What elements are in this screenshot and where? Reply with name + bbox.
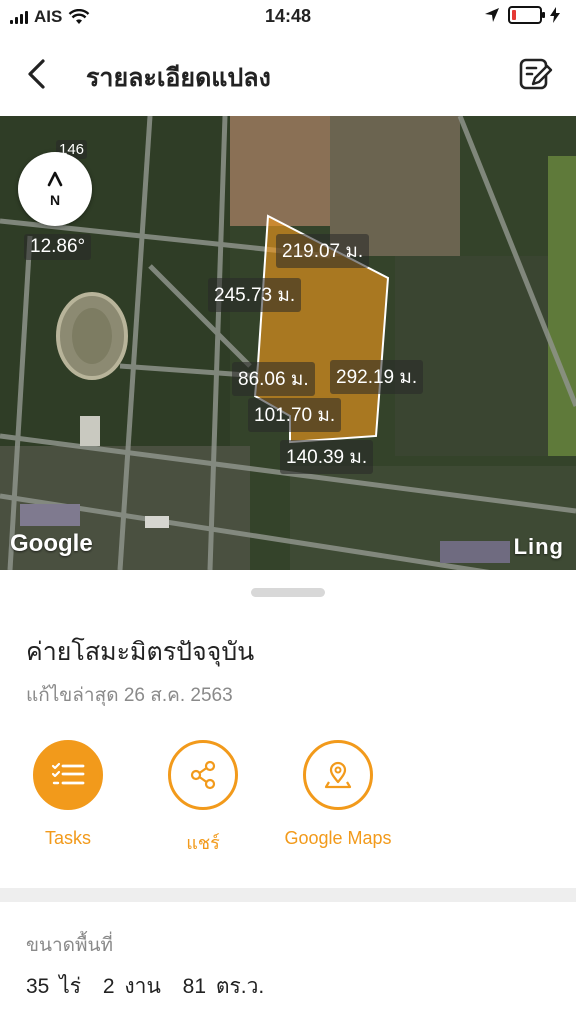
measurement-label: 245.73 ม. bbox=[208, 278, 302, 312]
measurement-label: 140.39 ม. bbox=[280, 440, 374, 474]
measurement-label: 219.07 ม. bbox=[276, 234, 370, 268]
area-rai: 35 ไร่ bbox=[26, 975, 82, 998]
edit-button[interactable] bbox=[516, 54, 556, 94]
share-button[interactable]: แชร์ bbox=[166, 740, 240, 857]
google-maps-button[interactable]: Google Maps bbox=[268, 740, 408, 849]
charging-bolt-icon bbox=[550, 7, 560, 23]
task-list-icon bbox=[51, 762, 85, 785]
sheet-drag-handle[interactable] bbox=[251, 588, 325, 597]
navigation-bar: รายละเอียดแปลง bbox=[0, 34, 576, 116]
area-wah: 81 ตร.ว. bbox=[182, 975, 265, 998]
battery-icon bbox=[508, 6, 545, 24]
back-button[interactable] bbox=[20, 56, 56, 92]
share-icon bbox=[190, 760, 216, 790]
tasks-button[interactable]: Tasks bbox=[31, 740, 105, 849]
share-label: แชร์ bbox=[186, 833, 220, 853]
action-row: Tasks แชร์ Google Maps bbox=[0, 740, 576, 860]
google-logo: Google bbox=[10, 530, 93, 557]
status-bar: AIS 14:48 bbox=[0, 0, 576, 34]
google-maps-label: Google Maps bbox=[284, 828, 392, 848]
measurement-label: 101.70 ม. bbox=[248, 398, 342, 432]
location-arrow-icon bbox=[485, 8, 499, 22]
measurement-label: 86.06 ม. bbox=[232, 362, 315, 396]
battery-fill bbox=[512, 10, 516, 20]
app-watermark: Ling bbox=[513, 534, 564, 559]
area-label: ขนาดพื้นที่ bbox=[26, 935, 114, 956]
map-pin-icon bbox=[324, 761, 352, 789]
section-divider bbox=[0, 888, 576, 902]
area-ngan: 2 งาน bbox=[102, 975, 161, 998]
last-edited-date: แก้ไขล่าสุด 26 ส.ค. 2563 bbox=[26, 685, 233, 706]
edit-note-icon bbox=[519, 58, 553, 90]
chevron-left-icon bbox=[28, 59, 45, 89]
compass-letter: N bbox=[49, 192, 61, 208]
rotation-readout: 12.86° bbox=[24, 234, 92, 260]
compass-button[interactable]: N bbox=[18, 152, 92, 226]
area-value: 35 ไร่ 2 งาน 81 ตร.ว. bbox=[26, 970, 276, 1003]
tasks-label: Tasks bbox=[44, 828, 91, 848]
status-right bbox=[484, 6, 560, 24]
page-title: รายละเอียดแปลง bbox=[86, 64, 271, 92]
google-maps-circle bbox=[303, 740, 373, 810]
satellite-map[interactable]: 146 N 12.86° 219.07 ม. 245.73 ม. 86.06 ม… bbox=[0, 116, 576, 570]
tasks-circle bbox=[33, 740, 103, 810]
plot-name: ค่ายโสมะมิตรปัจจุบัน bbox=[26, 638, 255, 666]
measurement-label: 292.19 ม. bbox=[330, 360, 424, 394]
compass-arrow-icon bbox=[47, 171, 63, 187]
share-circle bbox=[168, 740, 238, 810]
